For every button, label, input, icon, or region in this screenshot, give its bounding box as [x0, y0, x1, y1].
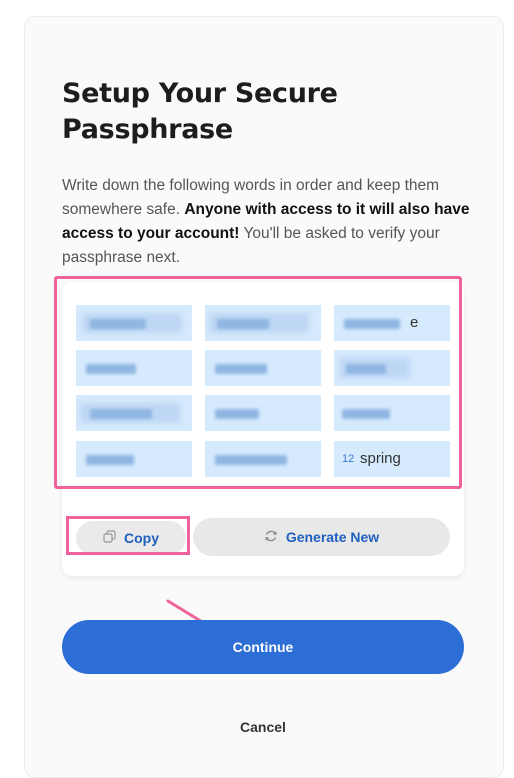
continue-button[interactable]: Continue: [62, 620, 464, 674]
refresh-icon: [264, 529, 278, 546]
passphrase-grid-highlight: [54, 276, 462, 489]
cancel-link[interactable]: Cancel: [62, 719, 464, 735]
instructions-text: Write down the following words in order …: [62, 174, 472, 270]
page-title: Setup Your Secure Passphrase: [62, 78, 338, 145]
generate-new-label: Generate New: [285, 529, 380, 545]
copy-button-highlight: [66, 516, 190, 555]
generate-new-button[interactable]: Generate New: [193, 518, 450, 556]
